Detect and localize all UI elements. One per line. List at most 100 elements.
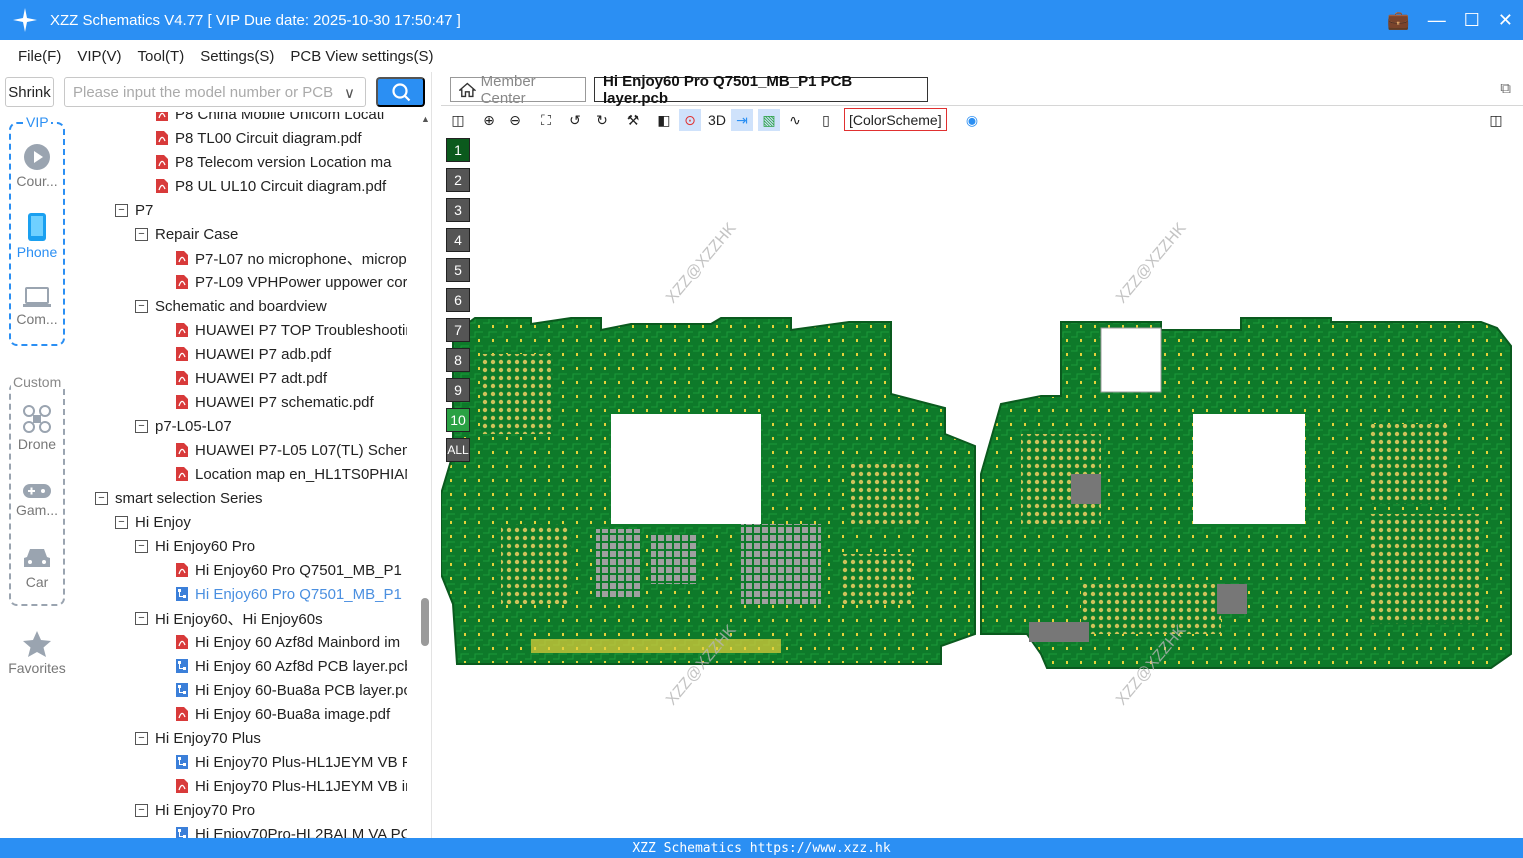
tree-file-item[interactable]: P7-L09 VPHPower uppower cor: [175, 270, 407, 294]
layer-button-9[interactable]: 9: [446, 378, 470, 402]
shrink-button[interactable]: Shrink: [5, 77, 54, 107]
tree-file-item[interactable]: P8 Telecom version Location ma: [155, 150, 407, 174]
layer-button-4[interactable]: 4: [446, 228, 470, 252]
tree-file-item[interactable]: P8 TL00 Circuit diagram.pdf: [155, 126, 407, 150]
tree-file-item[interactable]: Location map en_HL1TS0PHIAM: [175, 462, 407, 486]
layer-button-all[interactable]: ALL: [446, 438, 470, 462]
tree-file-item[interactable]: Hi Enjoy 60 Azf8d Mainbord im: [175, 630, 407, 654]
fit-view-icon[interactable]: ⛶: [535, 109, 557, 131]
search-button[interactable]: [376, 77, 425, 107]
tree-file-item[interactable]: Hi Enjoy60 Pro Q7501_MB_P1 P: [175, 582, 407, 606]
layer-button-6[interactable]: 6: [446, 288, 470, 312]
layer-button-1[interactable]: 1: [446, 138, 470, 162]
tree-folder[interactable]: − Schematic and boardview: [135, 294, 407, 318]
tree-file-item[interactable]: P8 China Mobile Unicom Locati: [155, 112, 407, 126]
tree-file-item[interactable]: HUAWEI P7 adt.pdf: [175, 366, 407, 390]
side-panel-icon[interactable]: ◫: [1485, 109, 1507, 131]
menu-file[interactable]: File(F): [18, 48, 61, 65]
tree-file-item[interactable]: Hi Enjoy 60 Azf8d PCB layer.pcb: [175, 654, 407, 678]
panel-divider[interactable]: [431, 72, 441, 838]
tree-folder[interactable]: − smart selection Series: [95, 486, 407, 510]
tree-file-item[interactable]: Hi Enjoy70 Plus-HL1JEYM VB PC: [175, 750, 407, 774]
rail-item-drone[interactable]: Drone: [0, 404, 74, 452]
rail-item-games[interactable]: Gam...: [0, 482, 74, 518]
tree-scrollbar[interactable]: ▲: [419, 112, 431, 838]
eye-icon[interactable]: ◉: [961, 109, 983, 131]
net-highlight-icon[interactable]: ⇥: [731, 109, 753, 131]
tree-file-item[interactable]: Hi Enjoy70 Plus-HL1JEYM VB im: [175, 774, 407, 798]
tree-file-item[interactable]: P7-L07 no microphone、microp: [175, 246, 407, 270]
scroll-thumb[interactable]: [421, 598, 429, 646]
mouse-icon[interactable]: ▯: [815, 109, 837, 131]
rail-item-phone[interactable]: Phone: [0, 212, 74, 260]
collapse-icon[interactable]: −: [135, 803, 148, 817]
rail-item-car[interactable]: Car: [0, 546, 74, 590]
layer-button-3[interactable]: 3: [446, 198, 470, 222]
maximize-button[interactable]: ☐: [1464, 10, 1480, 31]
flip-board-icon[interactable]: ⊙: [679, 109, 701, 131]
tree-file-item[interactable]: Hi Enjoy70Pro-HL2BALM VA PC: [175, 822, 407, 838]
trace-icon[interactable]: ∿: [784, 109, 806, 131]
collapse-icon[interactable]: −: [135, 227, 148, 241]
tree-file-item[interactable]: Hi Enjoy 60-Bua8a PCB layer.pc: [175, 678, 407, 702]
tree-folder[interactable]: − p7-L05-L07: [135, 414, 407, 438]
collapse-icon[interactable]: −: [135, 611, 148, 625]
rail-item-favorites[interactable]: Favorites: [0, 630, 74, 676]
minimize-button[interactable]: —: [1428, 10, 1446, 31]
tree-folder[interactable]: − P7: [115, 198, 407, 222]
layer-button-5[interactable]: 5: [446, 258, 470, 282]
tab-member-center[interactable]: Member Center: [450, 73, 586, 107]
tree-file-item[interactable]: Hi Enjoy 60-Bua8a image.pdf: [175, 702, 407, 726]
tab-pcb-file[interactable]: Hi Enjoy60 Pro Q7501_MB_P1 PCB layer.pcb: [594, 73, 928, 107]
tree-file-item[interactable]: HUAWEI P7 schematic.pdf: [175, 390, 407, 414]
layer-button-2[interactable]: 2: [446, 168, 470, 192]
rail-item-courses[interactable]: Cour...: [0, 143, 74, 189]
tree-folder[interactable]: − Hi Enjoy: [115, 510, 407, 534]
lock-icon[interactable]: 💼: [1387, 10, 1409, 31]
rotate-left-icon[interactable]: ↺: [564, 109, 586, 131]
collapse-icon[interactable]: −: [135, 731, 148, 745]
layer-button-7[interactable]: 7: [446, 318, 470, 342]
tree-folder[interactable]: − Hi Enjoy60、Hi Enjoy60s: [135, 606, 407, 630]
tree-file-item[interactable]: HUAWEI P7-L05 L07(TL) Schema: [175, 438, 407, 462]
tree-file-item[interactable]: P8 UL UL10 Circuit diagram.pdf: [155, 174, 407, 198]
collapse-icon[interactable]: −: [115, 203, 128, 217]
search-input[interactable]: Please input the model number or PCB ∨: [64, 77, 366, 107]
layer-button-8[interactable]: 8: [446, 348, 470, 372]
layer-button-10[interactable]: 10: [446, 408, 470, 432]
tree-file-item[interactable]: Hi Enjoy60 Pro Q7501_MB_P1 M: [175, 558, 407, 582]
menu-vip[interactable]: VIP(V): [77, 48, 121, 65]
tree-folder[interactable]: − Hi Enjoy60 Pro: [135, 534, 407, 558]
3d-button[interactable]: 3D: [705, 109, 729, 131]
split-view-icon[interactable]: ◫: [447, 109, 469, 131]
zoom-out-icon[interactable]: ⊖: [504, 109, 526, 131]
layer-view-icon[interactable]: ▧: [758, 109, 780, 131]
collapse-icon[interactable]: −: [115, 515, 128, 529]
pdf-file-icon: [175, 562, 189, 578]
zoom-in-icon[interactable]: ⊕: [478, 109, 500, 131]
collapse-icon[interactable]: −: [135, 419, 148, 433]
tree-folder[interactable]: − Repair Case: [135, 222, 407, 246]
mirror-icon[interactable]: ◧: [653, 109, 675, 131]
rail-item-computer[interactable]: Com...: [0, 287, 74, 327]
menu-pcb-view-settings[interactable]: PCB View settings(S): [290, 48, 433, 65]
collapse-icon[interactable]: −: [135, 539, 148, 553]
pcb-canvas[interactable]: 1 2 3 4 5 6 7 8 9 10 ALL XZZ@XZZHK XZZ@X…: [441, 134, 1523, 838]
chevron-down-icon[interactable]: ∨: [344, 84, 355, 102]
color-scheme-button[interactable]: [ColorScheme]: [844, 108, 947, 131]
menu-settings[interactable]: Settings(S): [200, 48, 274, 65]
tree-file-item[interactable]: HUAWEI P7 TOP Troubleshootin: [175, 318, 407, 342]
probe-icon[interactable]: ⚒: [622, 109, 644, 131]
close-all-tabs-icon[interactable]: ⧉: [1500, 80, 1511, 97]
collapse-icon[interactable]: −: [95, 491, 108, 505]
scroll-up-icon[interactable]: ▲: [421, 114, 430, 124]
rotate-right-icon[interactable]: ↻: [591, 109, 613, 131]
menu-tool[interactable]: Tool(T): [138, 48, 185, 65]
tree-file-item[interactable]: HUAWEI P7 adb.pdf: [175, 342, 407, 366]
pcb-file-icon: [175, 826, 189, 838]
close-button[interactable]: ✕: [1498, 10, 1513, 31]
tree-folder[interactable]: − Hi Enjoy70 Plus: [135, 726, 407, 750]
collapse-icon[interactable]: −: [135, 299, 148, 313]
tree-folder[interactable]: − Hi Enjoy70 Pro: [135, 798, 407, 822]
tree-item-label: smart selection Series: [115, 489, 263, 507]
